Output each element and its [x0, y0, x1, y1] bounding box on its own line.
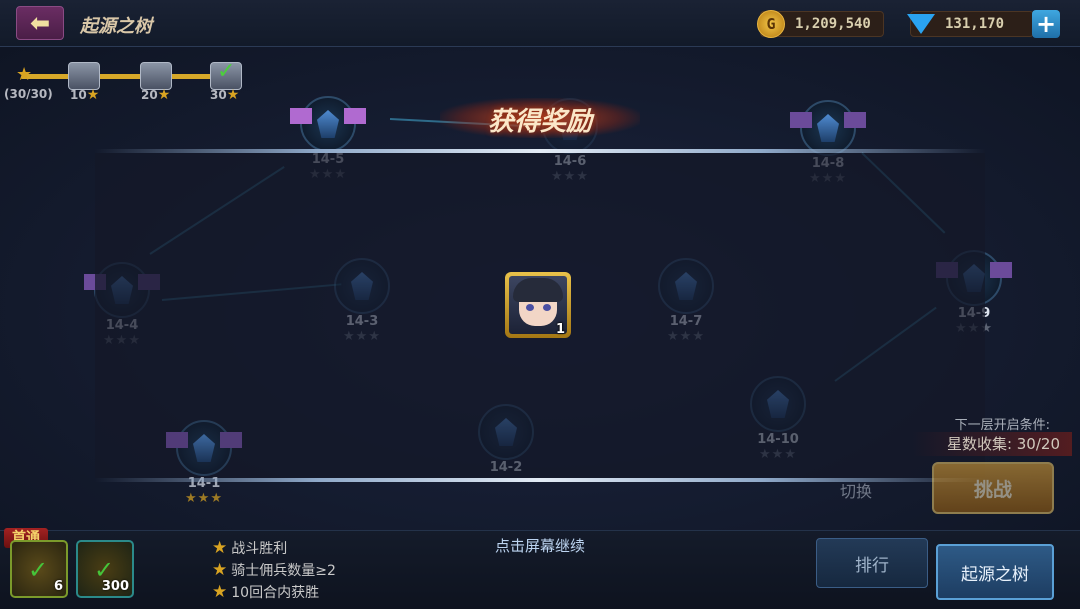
- add-gems-button[interactable]: +: [1032, 10, 1060, 38]
- stage-emblem-icon: [166, 420, 242, 476]
- slot-count: 300: [101, 579, 129, 594]
- reward-title: 获得奖励: [487, 107, 592, 137]
- stage-emblem-icon: [290, 96, 366, 152]
- milestone-label: 20★: [141, 87, 171, 103]
- tap-to-continue-hint: 点击屏幕继续: [494, 537, 585, 555]
- condition-list: ★ 战斗胜利 ★ 骑士佣兵数量≥2 ★ 10回合内获胜: [212, 538, 336, 602]
- stage-emblem-icon: [750, 376, 806, 432]
- gold-coin-icon: G: [757, 10, 785, 38]
- gem-value: 131,170: [945, 16, 1005, 32]
- gem-counter: 131,170: [907, 11, 1034, 37]
- next-layer-condition-label: 下一层开启条件:: [954, 418, 1050, 433]
- ranking-button[interactable]: 排行: [816, 538, 928, 588]
- first-clear-reward-slot[interactable]: ✓ 300: [76, 540, 134, 598]
- back-button[interactable]: ⬅: [16, 6, 64, 40]
- milestone-label: 10★: [70, 87, 100, 103]
- condition-item: ★ 战斗胜利: [212, 538, 288, 558]
- chest-icon[interactable]: [140, 62, 172, 90]
- chest-icon[interactable]: [68, 62, 100, 90]
- reward-count: 1: [556, 322, 566, 337]
- arrow-left-icon: ⬅: [29, 9, 51, 37]
- stage-node-14-1[interactable]: 14-1 ★★★: [166, 420, 242, 506]
- condition-item: ★ 10回合内获胜: [212, 582, 320, 602]
- plus-icon: +: [1035, 10, 1057, 38]
- diamond-icon: [907, 14, 935, 34]
- stage-emblem-icon: [478, 404, 534, 460]
- star-progress-bar: [22, 74, 232, 79]
- first-clear-reward-slot[interactable]: ✓ 6: [10, 540, 68, 598]
- milestone-label: 30★: [210, 87, 240, 103]
- stage-emblem-icon: [790, 100, 866, 156]
- stage-node-14-3[interactable]: 14-3 ★★★: [332, 258, 392, 344]
- page-title: 起源之树: [80, 16, 152, 37]
- chest-claimed-icon[interactable]: ✓: [210, 59, 242, 90]
- stage-node-14-7[interactable]: 14-7 ★★★: [656, 258, 716, 344]
- star-icon: ★: [212, 538, 228, 558]
- condition-item: ★ 骑士佣兵数量≥2: [212, 560, 336, 580]
- stage-emblem-icon: [334, 258, 390, 314]
- star-icon: ★: [212, 582, 228, 602]
- star-collect-progress: 星数收集: 30/20: [912, 432, 1072, 456]
- origin-tree-tab-button[interactable]: 起源之树: [936, 544, 1054, 600]
- stage-node-14-10[interactable]: 14-10 ★★★: [748, 376, 808, 462]
- switch-button[interactable]: 切换: [796, 470, 916, 510]
- check-icon: ✓: [28, 556, 49, 584]
- star-icon: ★: [212, 560, 228, 580]
- star-icon: ★: [86, 87, 100, 103]
- stage-node-14-2[interactable]: 14-2: [476, 404, 536, 475]
- gold-value: 1,209,540: [795, 16, 871, 32]
- overlay-divider-top: [95, 149, 985, 153]
- star-icon: ★: [16, 64, 33, 85]
- gold-counter: G 1,209,540: [757, 10, 884, 38]
- stage-emblem-icon: [658, 258, 714, 314]
- challenge-button[interactable]: 挑战: [932, 462, 1054, 514]
- check-icon: ✓: [217, 59, 236, 84]
- star-icon: ★: [226, 87, 240, 103]
- slot-count: 6: [53, 579, 63, 594]
- star-progress-count: (30/30): [4, 87, 53, 101]
- star-icon: ★: [157, 87, 171, 103]
